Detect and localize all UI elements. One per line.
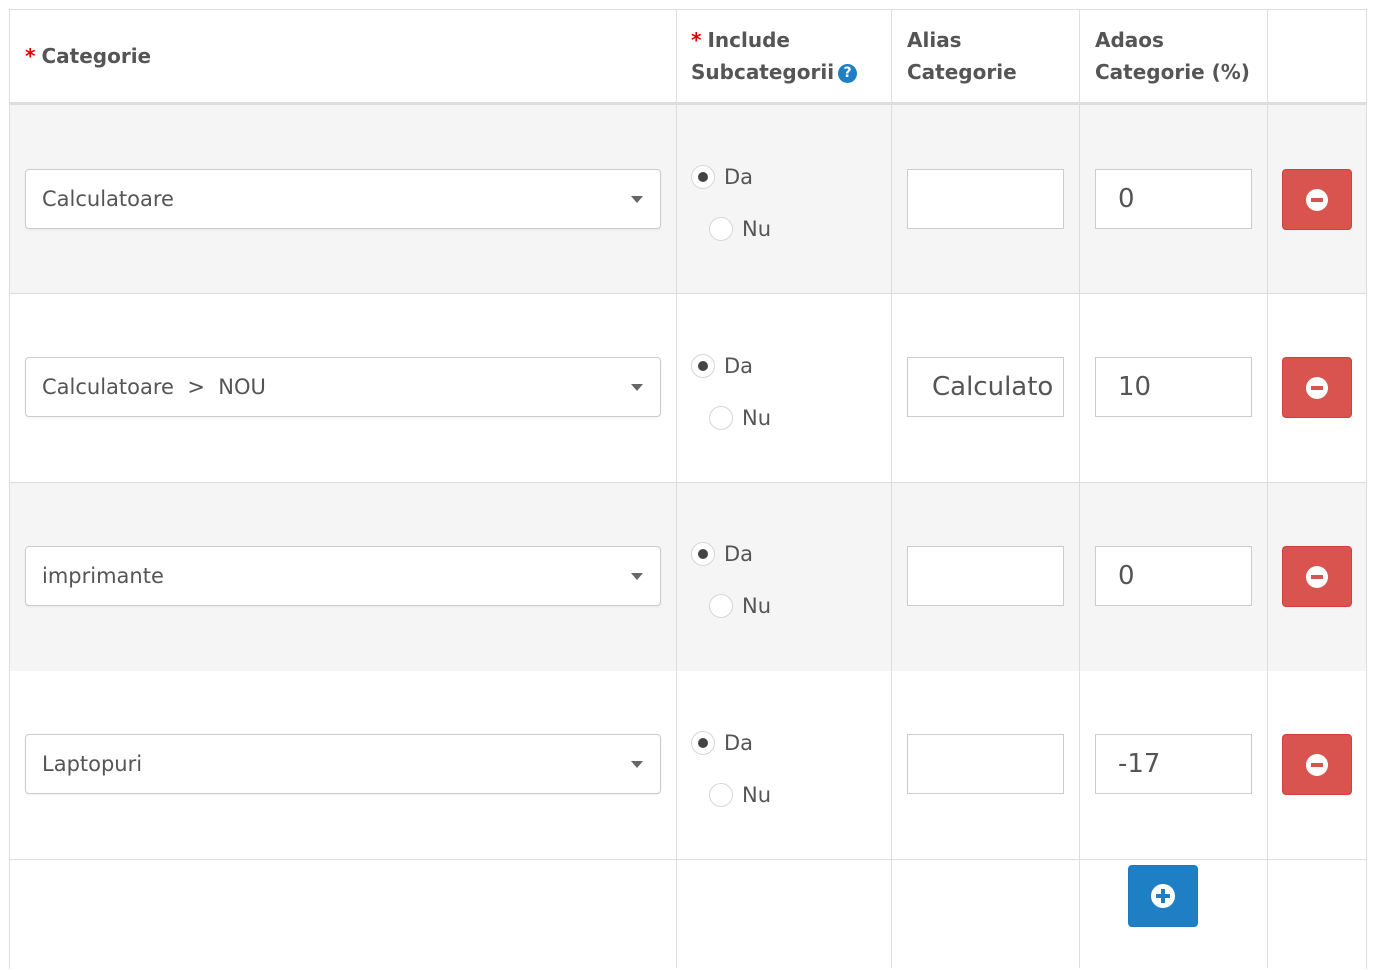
header-markup-category: Adaos Categorie (%) [1095,10,1265,102]
header-include-label-1: Include [707,28,790,52]
include-yes-radio[interactable]: Da [691,165,753,189]
markup-input[interactable]: -17 [1095,734,1252,794]
category-markup-table: * Categorie * Include Subcategorii? Alias… [9,9,1367,970]
radio-unchecked-icon[interactable] [709,406,733,430]
radio-label-yes: Da [724,542,754,566]
header-include-subcategories: * Include Subcategorii? [691,10,891,102]
alias-input[interactable] [907,734,1064,794]
include-no-radio[interactable]: Nu [709,217,771,241]
remove-row-button[interactable] [1282,546,1352,607]
radio-checked-icon[interactable] [691,165,715,189]
radio-label-no: Nu [742,783,772,807]
alias-input[interactable]: Calculato [907,357,1064,417]
include-yes-radio[interactable]: Da [691,354,753,378]
plus-circle-icon [1151,884,1175,908]
markup-input[interactable]: 0 [1095,546,1252,606]
radio-label-no: Nu [742,594,772,618]
column-divider [1267,10,1268,968]
radio-label-no: Nu [742,406,772,430]
alias-input[interactable] [907,546,1064,606]
minus-circle-icon [1306,753,1328,776]
remove-row-button[interactable] [1282,169,1352,230]
header-markup-label-1: Adaos [1095,28,1164,52]
caret-down-icon [631,384,643,391]
caret-down-icon [631,761,643,768]
category-select-value: Calculatoare > NOU [42,375,266,399]
radio-unchecked-icon[interactable] [709,594,733,618]
required-mark: * [25,44,36,68]
category-select[interactable]: imprimante [25,546,661,606]
include-no-radio[interactable]: Nu [709,783,771,807]
category-select[interactable]: Laptopuri [25,734,661,794]
table-row: Calculatoare Da Nu 0 [10,105,1366,294]
minus-circle-icon [1306,376,1328,399]
markup-input[interactable]: 0 [1095,169,1252,229]
category-select[interactable]: Calculatoare > NOU [25,357,661,417]
radio-label-yes: Da [724,731,754,755]
radio-unchecked-icon[interactable] [709,217,733,241]
minus-circle-icon [1306,188,1328,211]
table-row: imprimante Da Nu 0 [10,483,1366,672]
radio-label-yes: Da [724,354,754,378]
column-divider [891,10,892,968]
remove-row-button[interactable] [1282,357,1352,418]
header-alias-label-2: Categorie [907,60,1017,84]
category-select-value: Calculatoare [42,187,174,211]
include-yes-radio[interactable]: Da [691,731,753,755]
alias-input[interactable] [907,169,1064,229]
header-alias-category: Alias Categorie [907,10,1077,102]
include-yes-radio[interactable]: Da [691,542,753,566]
radio-label-no: Nu [742,217,772,241]
header-markup-label-2: Categorie (%) [1095,60,1250,84]
radio-checked-icon[interactable] [691,731,715,755]
include-no-radio[interactable]: Nu [709,594,771,618]
header-category-label: Categorie [41,44,152,68]
table-row: Calculatoare > NOU Da Nu Calculato 10 [10,294,1366,483]
remove-row-button[interactable] [1282,734,1352,795]
caret-down-icon [631,573,643,580]
caret-down-icon [631,196,643,203]
radio-checked-icon[interactable] [691,542,715,566]
category-select[interactable]: Calculatoare [25,169,661,229]
table-header: * Categorie * Include Subcategorii? Alias… [10,10,1366,105]
include-no-radio[interactable]: Nu [709,406,771,430]
header-include-label-2: Subcategorii [691,60,835,84]
required-mark: * [691,28,702,52]
question-circle-icon[interactable]: ? [838,64,858,83]
column-divider [676,10,677,968]
category-select-value: Laptopuri [42,752,143,776]
radio-unchecked-icon[interactable] [709,783,733,807]
table-row: Laptopuri Da Nu -17 [10,671,1366,860]
radio-label-yes: Da [724,165,754,189]
minus-circle-icon [1306,565,1328,588]
markup-input[interactable]: 10 [1095,357,1252,417]
category-select-value: imprimante [42,564,164,588]
radio-checked-icon[interactable] [691,354,715,378]
add-row-button[interactable] [1128,865,1198,927]
header-category: * Categorie [25,10,151,102]
column-divider [1079,10,1080,968]
header-alias-label-1: Alias [907,28,962,52]
